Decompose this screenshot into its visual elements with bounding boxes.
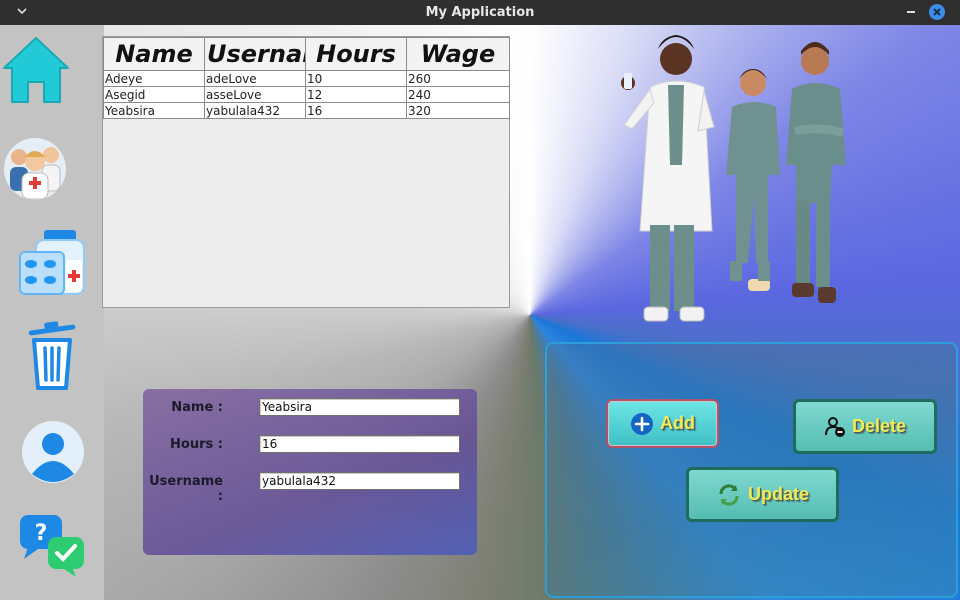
- username-input[interactable]: [259, 472, 460, 490]
- minimize-button[interactable]: [903, 2, 919, 18]
- window-title: My Application: [425, 5, 535, 20]
- sidebar-item-medicine[interactable]: [0, 224, 104, 314]
- add-button-label: Add: [660, 413, 695, 433]
- update-button-label: Update: [747, 484, 809, 504]
- refresh-icon: [719, 483, 739, 506]
- table-row[interactable]: Asegid asseLove 12 240: [103, 86, 510, 103]
- column-header-name[interactable]: Name: [103, 37, 205, 71]
- trash-icon: [28, 321, 76, 390]
- user-profile-icon: [22, 421, 84, 483]
- employee-table-panel: Name Username Hours Wage Adeye adeLove 1…: [102, 36, 510, 308]
- employee-table: Name Username Hours Wage Adeye adeLove 1…: [103, 37, 510, 119]
- close-button[interactable]: [929, 4, 945, 20]
- column-header-username[interactable]: Username: [204, 37, 306, 71]
- plus-circle-icon: [631, 412, 653, 435]
- table-cell-username: asseLove: [204, 86, 306, 103]
- table-cell-name: Adeye: [103, 70, 205, 87]
- svg-text:?: ?: [35, 521, 48, 546]
- sidebar-item-help[interactable]: ?: [0, 505, 104, 595]
- name-label: Name :: [171, 400, 223, 415]
- remove-user-icon: [824, 416, 845, 437]
- table-cell-hours: 12: [305, 86, 407, 103]
- help-chat-icon: ?: [20, 515, 84, 577]
- table-row[interactable]: Adeye adeLove 10 260: [103, 70, 510, 87]
- home-icon: [3, 37, 69, 103]
- table-cell-hours: 16: [305, 102, 407, 119]
- table-header-row: Name Username Hours Wage: [103, 37, 510, 71]
- medicine-icon: [19, 230, 85, 295]
- table-cell-wage: 260: [406, 70, 510, 87]
- column-header-wage[interactable]: Wage: [406, 37, 510, 71]
- main-content: ? Name Username Hours Wage: [0, 25, 960, 600]
- hours-label: Hours :: [170, 437, 223, 452]
- delete-button-label: Delete: [851, 416, 907, 436]
- table-cell-username: adeLove: [204, 70, 306, 87]
- sidebar: ?: [0, 25, 104, 600]
- delete-button[interactable]: Delete: [793, 399, 937, 454]
- update-button[interactable]: Update: [686, 467, 839, 522]
- column-header-hours[interactable]: Hours: [305, 37, 407, 71]
- medical-staff-illustration: [621, 35, 846, 322]
- sidebar-item-profile[interactable]: [0, 408, 104, 498]
- app-window: My Application ? Name Userna Hours Wage …: [0, 0, 960, 600]
- table-cell-wage: 240: [406, 86, 510, 103]
- action-panel: Add Delete Update: [545, 342, 958, 598]
- sidebar-item-home[interactable]: [0, 30, 104, 120]
- table-cell-wage: 320: [406, 102, 510, 119]
- sidebar-item-delete[interactable]: [0, 316, 104, 406]
- name-input[interactable]: [259, 398, 460, 416]
- table-cell-name: Asegid: [103, 86, 205, 103]
- close-icon: [933, 8, 941, 16]
- title-bar: My Application: [0, 0, 960, 25]
- table-cell-username: yabulala432: [204, 102, 306, 119]
- table-row[interactable]: Yeabsira yabulala432 16 320: [103, 102, 510, 119]
- hours-input[interactable]: [259, 435, 460, 453]
- add-button[interactable]: Add: [606, 399, 719, 448]
- employee-form: Name : Hours : Username :: [143, 389, 477, 555]
- staff-group-icon: [4, 138, 66, 200]
- username-label: Username :: [149, 474, 223, 504]
- minimize-icon: [907, 11, 915, 13]
- sidebar-item-staff[interactable]: [0, 127, 104, 217]
- table-cell-name: Yeabsira: [103, 102, 205, 119]
- table-cell-hours: 10: [305, 70, 407, 87]
